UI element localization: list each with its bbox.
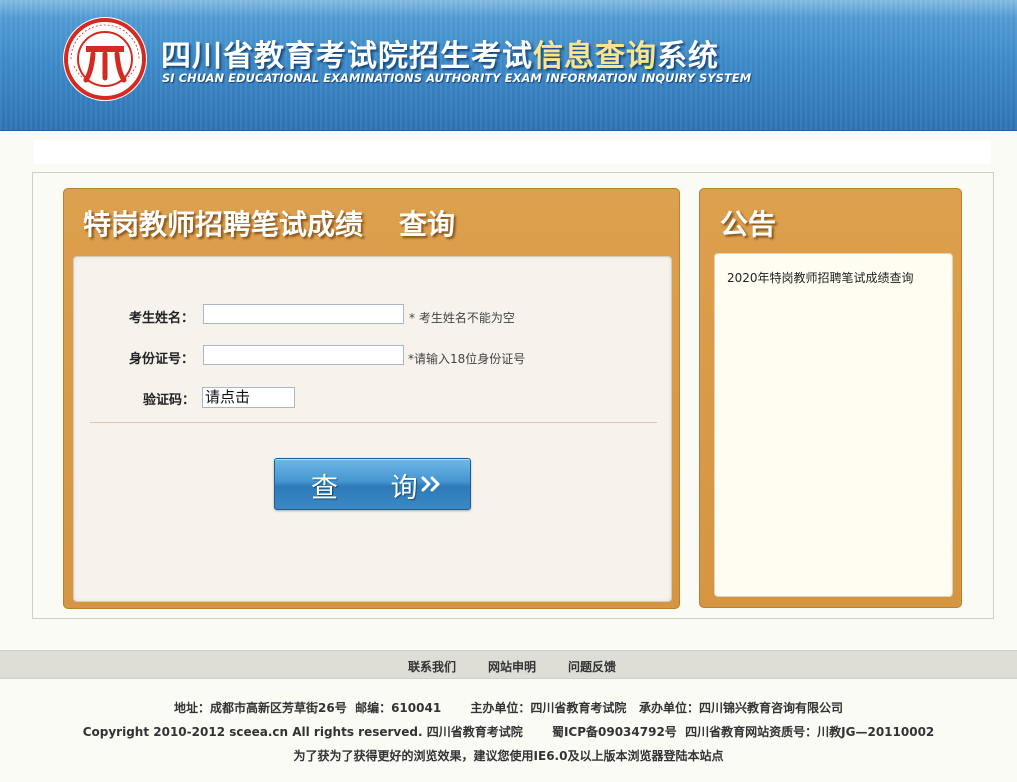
- footer-link-statement[interactable]: 网站申明: [488, 658, 536, 675]
- footer-nav: 联系我们 网站申明 问题反馈: [0, 650, 1017, 679]
- id-number-input[interactable]: [203, 345, 404, 365]
- footer-link-contact[interactable]: 联系我们: [408, 658, 456, 675]
- footer-browser-tip: 为了获为了获得更好的浏览效果，建议您使用IE6.0及以上版本浏览器登陆本站点: [293, 749, 724, 763]
- name-input[interactable]: [203, 304, 404, 324]
- captcha-image[interactable]: 请点击: [202, 387, 295, 408]
- site-subtitle: SI CHUAN EDUCATIONAL EXAMINATIONS AUTHOR…: [162, 71, 752, 85]
- sceea-seal-logo-icon: [63, 17, 147, 101]
- notice-item-link[interactable]: 2020年特岗教师招聘笔试成绩查询: [727, 269, 914, 286]
- form-divider: [90, 422, 657, 423]
- notice-list-area: [714, 253, 953, 597]
- name-label: 考生姓名：: [129, 311, 195, 326]
- captcha-label: 验证码：: [143, 393, 196, 408]
- header-banner: 四川省教育考试院招生考试信息查询系统 SI CHUAN EDUCATIONAL …: [0, 0, 1017, 131]
- query-submit-button[interactable]: 查 询: [274, 458, 471, 510]
- site-title: 四川省教育考试院招生考试信息查询系统: [161, 39, 719, 74]
- query-panel-title: 特岗教师招聘笔试成绩 查询: [83, 208, 456, 241]
- footer-link-feedback[interactable]: 问题反馈: [568, 658, 616, 675]
- id-number-hint: *请输入18位身份证号: [408, 352, 526, 366]
- name-hint: * 考生姓名不能为空: [409, 311, 515, 325]
- id-number-label: 身份证号：: [129, 352, 195, 367]
- footer-address: 地址：成都市高新区芳草街26号 邮编：610041 主办单位：四川省教育考试院 …: [174, 701, 843, 715]
- top-strip: [34, 140, 991, 164]
- double-chevron-right-icon: [421, 476, 440, 492]
- footer-copyright: Copyright 2010-2012 sceea.cn All rights …: [82, 725, 935, 739]
- notice-panel-title: 公告: [720, 208, 777, 241]
